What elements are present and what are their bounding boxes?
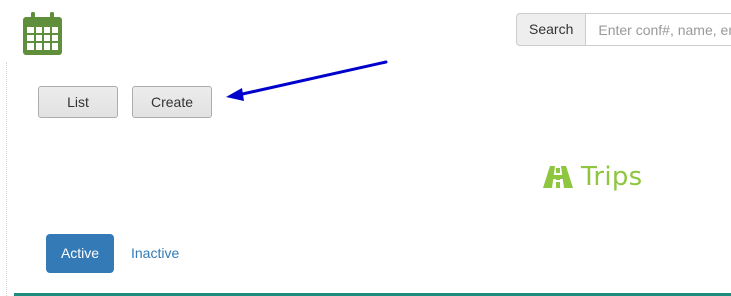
page: Search List Create Trips Active Inactive	[0, 0, 731, 296]
calendar-icon[interactable]	[22, 12, 63, 56]
search-label[interactable]: Search	[516, 13, 587, 46]
search-group: Search	[516, 13, 731, 46]
section-title: Trips	[581, 162, 643, 192]
search-input[interactable]	[586, 13, 731, 46]
tab-active[interactable]: Active	[46, 234, 114, 273]
list-button[interactable]: List	[38, 86, 118, 118]
tab-inactive[interactable]: Inactive	[131, 234, 179, 273]
road-icon	[543, 166, 573, 188]
section-heading: Trips	[543, 160, 643, 194]
create-button[interactable]: Create	[132, 86, 212, 118]
left-divider	[6, 62, 7, 296]
